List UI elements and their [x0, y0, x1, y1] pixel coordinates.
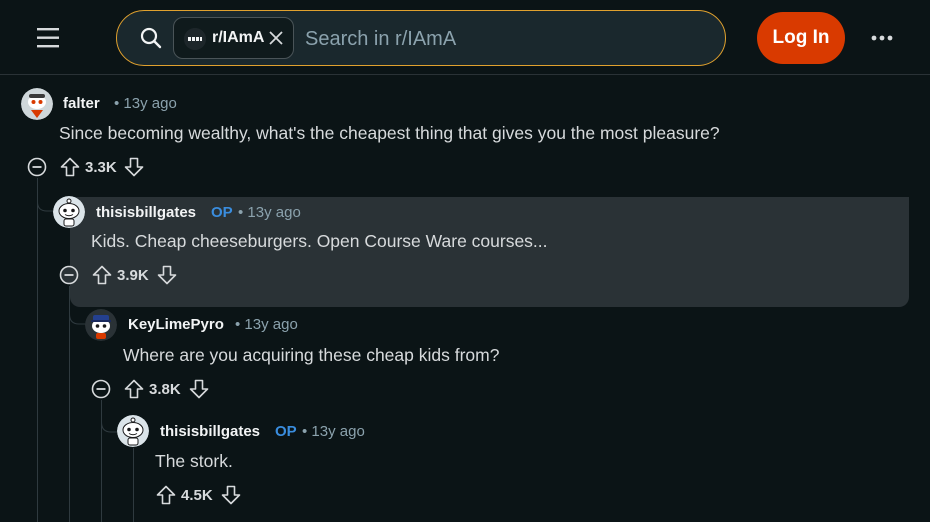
thread-line-level-0[interactable]: [37, 178, 38, 522]
comment-body: Since becoming wealthy, what's the cheap…: [59, 123, 720, 143]
comment-author[interactable]: KeyLimePyro: [128, 316, 224, 333]
arrow-down-icon[interactable]: [188, 378, 210, 400]
vote-score: 3.8K: [149, 381, 181, 398]
arrow-down-icon[interactable]: [123, 156, 145, 178]
arrow-up-icon[interactable]: [91, 264, 113, 286]
arrow-down-icon[interactable]: [156, 264, 178, 286]
vote-score: 3.3K: [85, 159, 117, 176]
top-bar: r/IAmA Log In: [0, 0, 930, 75]
minus-circle-icon[interactable]: [91, 379, 111, 399]
search-bar[interactable]: r/IAmA: [116, 10, 726, 66]
vote-score: 3.9K: [117, 267, 149, 284]
thread-line-level-3[interactable]: [133, 448, 134, 522]
comment-body: Kids. Cheap cheeseburgers. Open Course W…: [91, 231, 548, 251]
arrow-up-icon[interactable]: [59, 156, 81, 178]
avatar[interactable]: [85, 309, 117, 341]
comment-timestamp: • 13y ago: [114, 95, 177, 112]
comment-body: Where are you acquiring these cheap kids…: [123, 345, 500, 365]
comment-author[interactable]: falter: [63, 95, 100, 112]
more-horizontal-icon[interactable]: [862, 22, 902, 54]
comment-timestamp: • 13y ago: [235, 316, 298, 333]
arrow-up-icon[interactable]: [123, 378, 145, 400]
avatar[interactable]: [117, 415, 149, 447]
op-badge: OP: [275, 423, 297, 440]
minus-circle-icon[interactable]: [27, 157, 47, 177]
op-badge: OP: [211, 204, 233, 221]
comment-author[interactable]: thisisbillgates: [96, 204, 196, 221]
arrow-up-icon[interactable]: [155, 484, 177, 506]
avatar[interactable]: [53, 196, 85, 228]
comment-body: The stork.: [155, 451, 233, 471]
comment-author[interactable]: thisisbillgates: [160, 423, 260, 440]
avatar[interactable]: [21, 88, 53, 120]
vote-score: 4.5K: [181, 487, 213, 504]
subreddit-filter-chip[interactable]: r/IAmA: [173, 17, 294, 59]
minus-circle-icon[interactable]: [59, 265, 79, 285]
hamburger-icon[interactable]: [28, 22, 68, 54]
search-icon: [139, 26, 163, 50]
subreddit-chip-label: r/IAmA: [212, 29, 265, 46]
comment-timestamp: • 13y ago: [238, 204, 301, 221]
arrow-down-icon[interactable]: [220, 484, 242, 506]
comment-timestamp: • 13y ago: [302, 423, 365, 440]
close-icon[interactable]: [268, 30, 284, 46]
login-button[interactable]: Log In: [757, 12, 845, 64]
subreddit-icon: [184, 28, 206, 50]
search-input[interactable]: [303, 19, 707, 59]
